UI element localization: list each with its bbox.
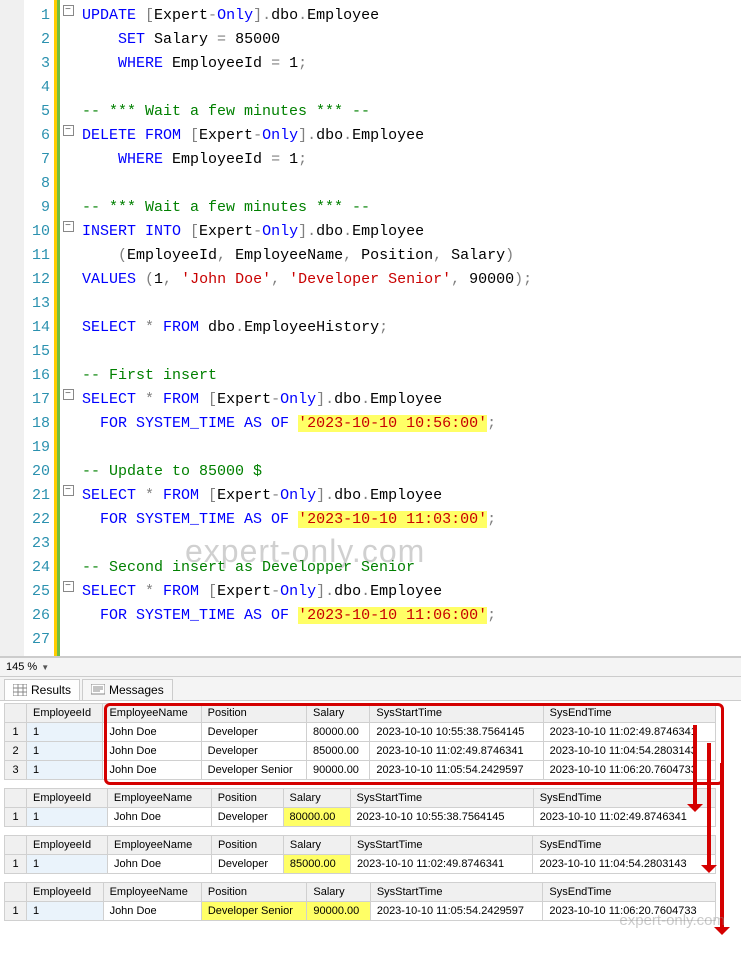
code-line[interactable]: SELECT * FROM [Expert-Only].dbo.Employee [82,580,735,604]
column-header[interactable]: SysStartTime [350,789,533,808]
code-line[interactable]: DELETE FROM [Expert-Only].dbo.Employee [82,124,735,148]
code-line[interactable]: -- *** Wait a few minutes *** -- [82,196,735,220]
code-line[interactable] [82,436,735,460]
results-tabs: Results Messages [0,677,741,701]
code-line[interactable]: SELECT * FROM [Expert-Only].dbo.Employee [82,388,735,412]
cell[interactable]: John Doe [103,902,201,921]
code-line[interactable]: (EmployeeId, EmployeeName, Position, Sal… [82,244,735,268]
sql-editor[interactable]: 1234567891011121314151617181920212223242… [0,0,741,657]
column-header[interactable]: Salary [307,883,370,902]
cell[interactable]: 1 [27,742,103,761]
zoom-level-label[interactable]: 145 % [6,661,37,673]
tab-results-label: Results [31,683,71,697]
cell[interactable]: 1 [27,902,104,921]
zoom-bar[interactable]: 145 % ▼ [0,657,741,677]
cell[interactable]: John Doe [107,808,211,827]
annotation-arrow-3 [720,763,724,933]
code-line[interactable]: SELECT * FROM [Expert-Only].dbo.Employee [82,484,735,508]
code-line[interactable] [82,292,735,316]
messages-icon [91,684,105,696]
results-grid[interactable]: EmployeeIdEmployeeNamePositionSalarySysS… [4,882,716,921]
code-line[interactable]: SET Salary = 85000 [82,28,735,52]
column-header[interactable]: EmployeeId [27,789,108,808]
cell[interactable]: 85000.00 [283,855,350,874]
column-header[interactable]: SysStartTime [370,883,543,902]
cell[interactable]: 80000.00 [283,808,350,827]
tab-messages-label: Messages [109,683,164,697]
tab-results[interactable]: Results [4,679,80,700]
cell[interactable]: 2023-10-10 11:05:54.2429597 [370,902,543,921]
fold-gutter[interactable]: − − − − − − [60,0,76,656]
results-grid[interactable]: EmployeeIdEmployeeNamePositionSalarySysS… [4,788,716,827]
code-line[interactable]: -- Update to 85000 $ [82,460,735,484]
cell[interactable]: Developer [211,808,283,827]
code-line[interactable]: VALUES (1, 'John Doe', 'Developer Senior… [82,268,735,292]
code-line[interactable]: -- First insert [82,364,735,388]
code-line[interactable]: -- *** Wait a few minutes *** -- [82,100,735,124]
column-header[interactable]: EmployeeId [27,836,108,855]
results-panel: EmployeeIdEmployeeNamePositionSalarySysS… [0,701,741,931]
table-row[interactable]: 11John DoeDeveloper80000.002023-10-10 10… [5,808,716,827]
code-line[interactable]: WHERE EmployeeId = 1; [82,148,735,172]
column-header[interactable]: EmployeeName [107,789,211,808]
column-header[interactable]: EmployeeName [107,836,211,855]
cell[interactable]: 2023-10-10 11:02:49.8746341 [350,855,533,874]
column-header[interactable]: Salary [283,836,350,855]
column-header[interactable]: EmployeeName [103,883,201,902]
code-body[interactable]: UPDATE [Expert-Only].dbo.Employee SET Sa… [76,0,741,656]
cell[interactable]: John Doe [107,855,211,874]
cell[interactable]: 1 [27,855,108,874]
code-line[interactable] [82,76,735,100]
cell[interactable]: 2023-10-10 11:04:54.2803143 [533,855,716,874]
code-line[interactable]: INSERT INTO [Expert-Only].dbo.Employee [82,220,735,244]
column-header[interactable]: EmployeeId [27,704,103,723]
code-line[interactable]: SELECT * FROM dbo.EmployeeHistory; [82,316,735,340]
table-row[interactable]: 11John DoeDeveloper Senior90000.002023-1… [5,902,716,921]
code-line[interactable]: FOR SYSTEM_TIME AS OF '2023-10-10 11:06:… [82,604,735,628]
code-line[interactable] [82,628,735,652]
cell[interactable]: 2023-10-10 11:06:20.7604733 [543,902,716,921]
code-line[interactable] [82,172,735,196]
chevron-down-icon[interactable]: ▼ [41,663,49,672]
annotation-arrow-2 [707,743,711,871]
code-line[interactable] [82,340,735,364]
code-line[interactable]: WHERE EmployeeId = 1; [82,52,735,76]
cell[interactable]: 2023-10-10 10:55:38.7564145 [350,808,533,827]
column-header[interactable]: Position [211,789,283,808]
column-header[interactable]: Salary [283,789,350,808]
cell[interactable]: Developer Senior [201,902,307,921]
code-line[interactable]: FOR SYSTEM_TIME AS OF '2023-10-10 11:03:… [82,508,735,532]
table-row[interactable]: 11John DoeDeveloper85000.002023-10-10 11… [5,855,716,874]
editor-margin [0,0,24,656]
code-line[interactable] [82,532,735,556]
column-header[interactable]: Position [201,883,307,902]
column-header[interactable]: EmployeeId [27,883,104,902]
cell[interactable]: 90000.00 [307,902,370,921]
annotation-arrow-1 [693,725,697,810]
code-line[interactable]: -- Second insert as Developper Senior [82,556,735,580]
results-grid-icon [13,684,27,696]
column-header[interactable]: SysStartTime [350,836,533,855]
code-line[interactable]: FOR SYSTEM_TIME AS OF '2023-10-10 10:56:… [82,412,735,436]
cell[interactable]: Developer [211,855,283,874]
column-header[interactable]: SysEndTime [533,836,716,855]
cell[interactable]: 1 [27,761,103,780]
code-line[interactable]: UPDATE [Expert-Only].dbo.Employee [82,4,735,28]
line-number-gutter: 1234567891011121314151617181920212223242… [24,0,54,656]
results-grid[interactable]: EmployeeIdEmployeeNamePositionSalarySysS… [4,835,716,874]
tab-messages[interactable]: Messages [82,679,173,700]
cell[interactable]: 1 [27,808,108,827]
column-header[interactable]: SysEndTime [543,883,716,902]
annotation-red-box [104,703,724,785]
column-header[interactable]: Position [211,836,283,855]
cell[interactable]: 1 [27,723,103,742]
